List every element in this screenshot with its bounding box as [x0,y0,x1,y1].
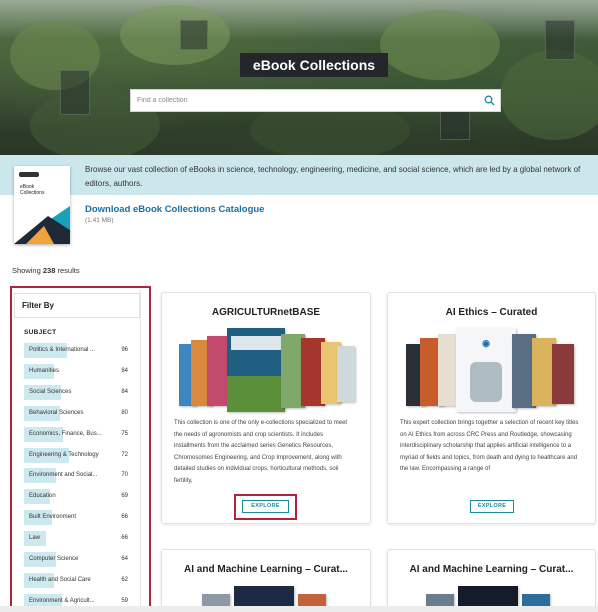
hero-foliage [500,50,598,140]
bottom-scroll-edge [0,606,598,612]
book-cover [337,346,355,402]
card-title: AI and Machine Learning – Curat... [184,564,348,575]
collection-card: AI Ethics – Curated ◉ This expert collec… [387,292,596,524]
filter-highlight [10,286,151,612]
card-title: AI Ethics – Curated [445,307,538,318]
hero-foliage [380,10,500,80]
hero-window [180,20,208,50]
card-description: This collection is one of the only e-col… [174,420,348,484]
collection-card: AI and Machine Learning – Curat... [161,549,371,612]
card-book-covers [177,326,357,414]
explore-button[interactable]: EXPLORE [470,500,514,513]
catalogue-cover-graphic [14,206,70,244]
collection-card: AI and Machine Learning – Curat... [387,549,596,612]
card-description: This expert collection brings together a… [400,420,579,472]
download-catalogue-link[interactable]: Download eBook Collections Catalogue [85,204,264,215]
hero-foliage [120,5,230,65]
hero-banner [0,0,598,155]
search-input[interactable] [131,90,478,111]
collection-card: AGRICULTURnetBASE This collection is one… [161,292,371,524]
results-suffix: results [57,266,80,275]
hero-window [545,20,575,60]
results-prefix: Showing [12,266,41,275]
search-icon[interactable] [478,90,500,111]
card-title: AI and Machine Learning – Curat... [409,564,574,575]
results-count: Showing 238 results [12,266,80,275]
book-cover [552,344,574,404]
catalogue-cover-image[interactable]: eBook Collections [14,166,70,244]
page-title: eBook Collections [240,53,388,77]
catalogue-file-size: (1.41 MB) [85,217,114,224]
card-book-covers: ◉ [402,326,582,414]
book-cover: ◉ [456,328,516,412]
card-title: AGRICULTURnetBASE [211,307,321,318]
results-number: 238 [42,266,56,275]
hero-window [60,70,90,115]
explore-button[interactable]: EXPLORE [242,500,289,513]
collections-description: Browse our vast collection of eBooks in … [85,165,581,188]
collection-search [130,89,501,112]
book-cover [227,328,285,412]
